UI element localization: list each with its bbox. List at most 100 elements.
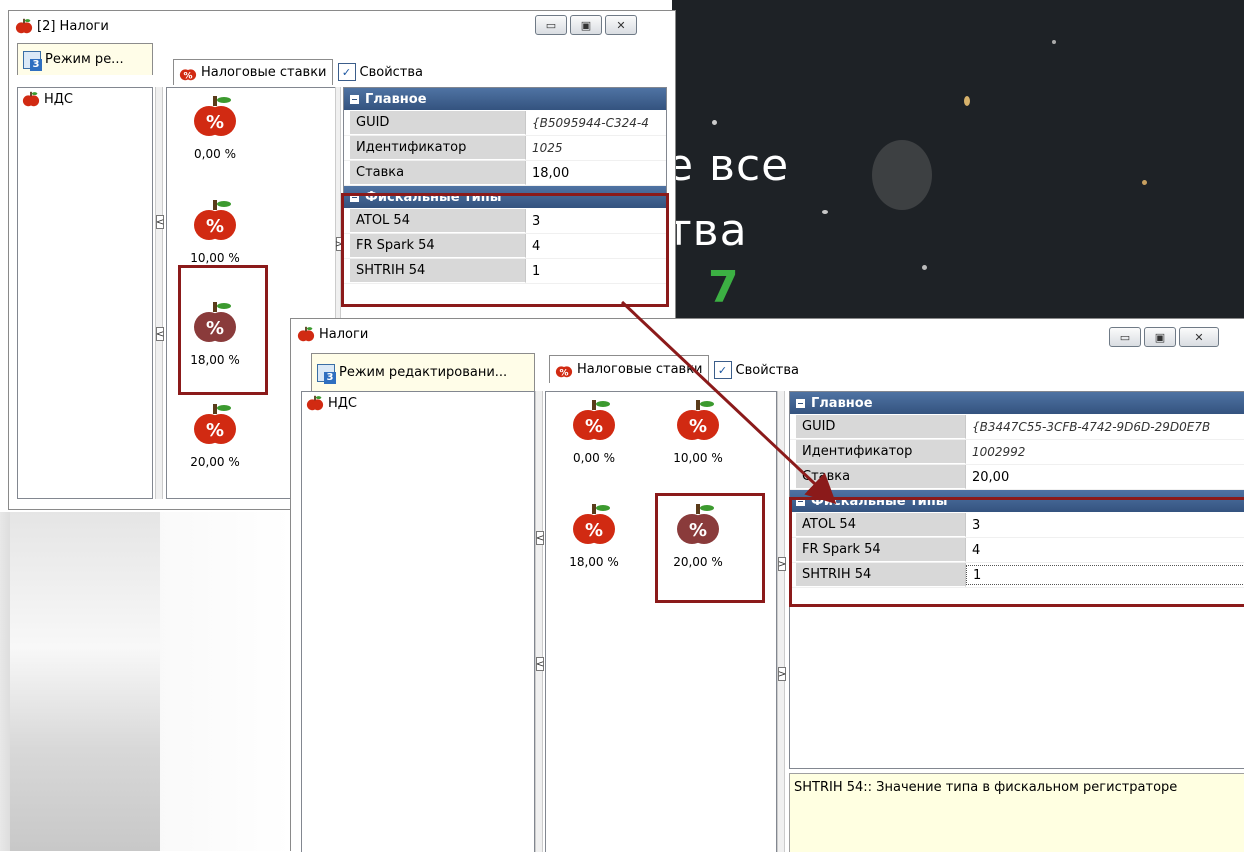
tree-item-vat[interactable]: НДС [302,392,534,414]
svg-text:%: % [183,71,192,81]
tab-tax-rates-label: Налоговые ставки [577,362,703,377]
svg-text:%: % [585,416,603,437]
mode-badge: 3 [30,58,42,71]
front-window-title: Налоги [319,326,369,342]
rate-item[interactable]: % 18,00 % [556,500,632,569]
apple-percent-icon: % [555,365,573,378]
prop-value[interactable]: {B5095944-C324-4 [526,111,649,135]
rate-label: 20,00 % [190,455,240,469]
category-main-label: Главное [365,91,427,107]
rate-item[interactable]: % 10,00 % [660,396,736,465]
tab-properties-label: Свойства [359,64,424,80]
back-content-tabbar: % Налоговые ставки ✓ Свойства [173,59,428,85]
prop-row-id[interactable]: Идентификатор 1002992 [790,440,1244,465]
svg-text:%: % [689,416,707,437]
tab-tax-rates[interactable]: % Налоговые ставки [549,355,709,383]
collapse-icon[interactable]: < [156,215,164,229]
prop-key: GUID [350,111,526,135]
prop-row-guid[interactable]: GUID {B3447C55-3CFB-4742-9D6D-29D0E7B [790,415,1244,440]
splitter[interactable]: < < [535,391,544,852]
tree-item-label: НДС [328,395,358,411]
tab-properties[interactable]: ✓ Свойства [333,59,429,85]
prop-value[interactable]: {B3447C55-3CFB-4742-9D6D-29D0E7B [966,415,1210,439]
svg-text:%: % [206,420,224,441]
checkbox-icon: ✓ [337,63,356,81]
prop-row-guid[interactable]: GUID {B5095944-C324-4 [344,111,666,136]
rate-label: 18,00 % [569,555,619,569]
front-mode-tabbar: 3 Режим редактировани... [311,353,535,391]
background-digit: 7 [708,262,740,313]
splitter[interactable]: > > [777,391,786,852]
tab-edit-mode[interactable]: 3 Режим редактировани... [311,353,535,391]
prop-value[interactable]: 1025 [526,136,563,160]
rate-item[interactable]: % 20,00 % [177,400,253,469]
apple-percent-icon: % [573,504,615,544]
help-panel: SHTRIH 54:: Значение типа в фискальном р… [789,773,1244,852]
rate-label: 10,00 % [673,451,723,465]
background-text: тва [672,205,748,256]
background-speck [1052,40,1056,44]
collapse-icon[interactable] [350,94,359,104]
front-window-titlebar[interactable]: Налоги [291,319,1244,349]
apple-percent-icon: % [194,96,236,136]
tab-edit-mode-label: Режим ре... [45,52,124,67]
front-content-tabbar: % Налоговые ставки ✓ Свойства [549,355,804,383]
close-button[interactable]: ✕ [1179,327,1219,347]
collapse-icon[interactable] [796,398,805,408]
apple-icon [306,395,324,411]
prop-value[interactable]: 1002992 [966,440,1025,464]
collapse-icon[interactable]: < [536,531,544,545]
rate-item[interactable]: % 0,00 % [556,396,632,465]
prop-key: Идентификатор [350,136,526,160]
tab-edit-mode[interactable]: 3 Режим ре... [17,43,153,75]
highlight-frame [178,265,268,395]
maximize-button[interactable]: ▣ [570,15,602,35]
category-main[interactable]: Главное [344,88,666,111]
rate-label: 10,00 % [190,251,240,265]
maximize-icon: ▣ [1154,330,1166,344]
background-speck [1142,180,1147,185]
maximize-button[interactable]: ▣ [1144,327,1176,347]
front-rates-panel: % 0,00 % % 10,00 % % 18,00 % % 20,00 % [545,391,777,852]
background-speck [964,96,970,106]
back-window-controls: ▭ ▣ ✕ [535,15,637,35]
rate-item[interactable]: % 10,00 % [177,196,253,265]
expand-icon[interactable]: > [778,557,786,571]
splitter[interactable]: < < [155,87,164,499]
tab-tax-rates[interactable]: % Налоговые ставки [173,59,333,85]
minimize-button[interactable]: ▭ [535,15,567,35]
collapse-icon[interactable]: < [536,657,544,671]
checkbox-icon: ✓ [713,361,732,379]
tree-item-vat[interactable]: НДС [18,88,152,110]
front-window-controls: ▭ ▣ ✕ [1109,327,1219,347]
close-button[interactable]: ✕ [605,15,637,35]
highlight-frame [789,497,1244,607]
prop-row-id[interactable]: Идентификатор 1025 [344,136,666,161]
prop-key: Ставка [796,465,966,489]
prop-value[interactable]: 20,00 [966,465,1009,489]
background-speck [922,265,927,270]
apple-percent-icon: % [677,400,719,440]
background-speck [822,210,828,214]
background-streak [10,512,160,851]
rate-label: 0,00 % [573,451,615,465]
prop-row-rate[interactable]: Ставка 20,00 [790,465,1244,490]
tab-properties-label: Свойства [735,362,800,378]
front-tree-panel: НДС [301,391,535,852]
prop-key: Идентификатор [796,440,966,464]
category-main[interactable]: Главное [790,392,1244,415]
minimize-button[interactable]: ▭ [1109,327,1141,347]
rate-label: 0,00 % [194,147,236,161]
mode-badge: 3 [324,371,336,384]
prop-value[interactable]: 18,00 [526,161,569,185]
prop-row-rate[interactable]: Ставка 18,00 [344,161,666,186]
category-main-label: Главное [811,395,873,411]
mode-icon: 3 [317,363,336,384]
apple-percent-icon: % [573,400,615,440]
rate-item[interactable]: % 0,00 % [177,92,253,161]
tab-properties[interactable]: ✓ Свойства [709,357,805,383]
expand-icon[interactable]: > [778,667,786,681]
collapse-icon[interactable]: < [156,327,164,341]
background-blur [872,140,932,210]
tab-tax-rates-label: Налоговые ставки [201,65,327,80]
